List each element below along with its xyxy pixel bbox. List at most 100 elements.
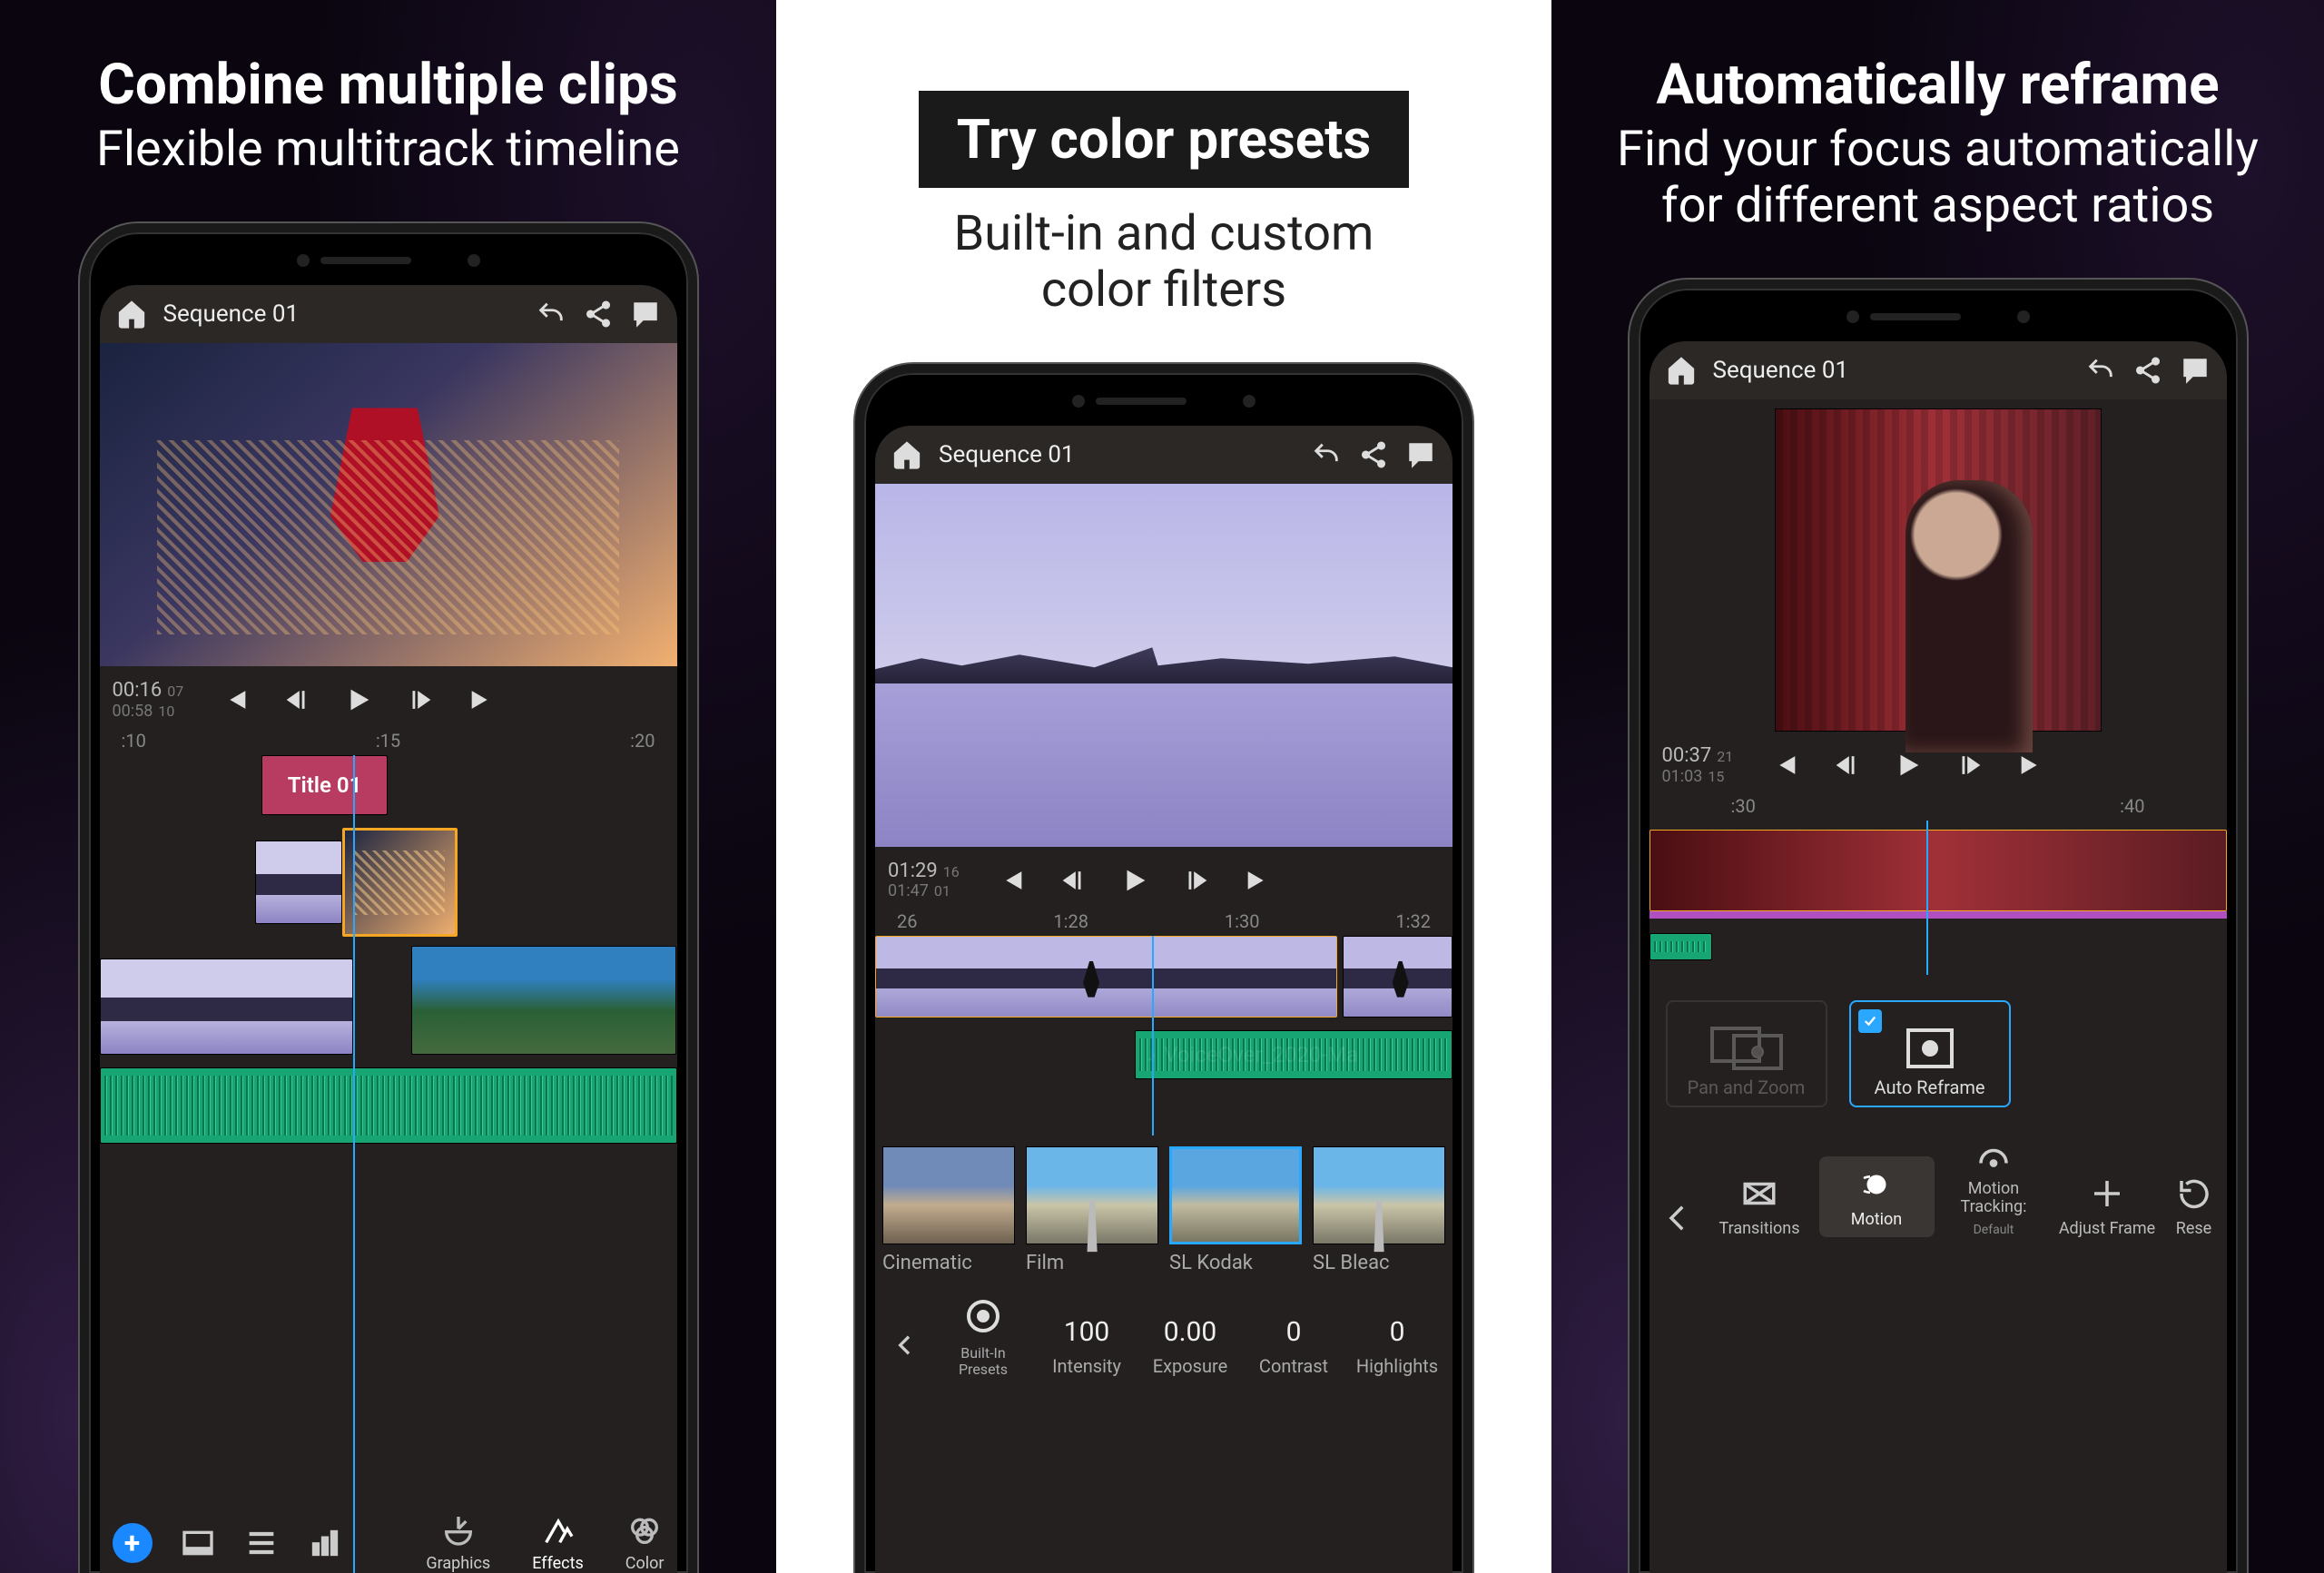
video-clip-selected[interactable] xyxy=(1649,830,2227,911)
intensity-control[interactable]: 100 Intensity xyxy=(1039,1316,1135,1377)
comment-icon[interactable] xyxy=(2180,355,2211,386)
tab-label: Rese xyxy=(2176,1220,2211,1238)
preset-label: Cinematic xyxy=(882,1252,1015,1274)
reset-tab[interactable]: Rese xyxy=(2167,1175,2221,1238)
motion-options: Pan and Zoom Auto Reframe xyxy=(1649,975,2227,1107)
timecode-current-frames: 07 xyxy=(167,683,183,700)
step-fwd-icon[interactable] xyxy=(405,684,436,715)
skip-start-icon[interactable] xyxy=(220,684,251,715)
play-icon[interactable] xyxy=(343,684,374,715)
graphics-label: Graphics xyxy=(426,1554,490,1573)
play-icon[interactable] xyxy=(1119,865,1150,896)
share-icon[interactable] xyxy=(583,299,614,329)
undo-icon[interactable] xyxy=(536,299,566,329)
time-ruler[interactable]: :30 :40 xyxy=(1649,790,2227,821)
timecode-total-frames: 15 xyxy=(1708,769,1724,785)
comment-icon[interactable] xyxy=(1405,439,1436,470)
video-preview[interactable] xyxy=(100,343,677,666)
home-icon[interactable] xyxy=(116,299,147,329)
preset-label: SL Kodak xyxy=(1169,1252,1302,1274)
timeline[interactable] xyxy=(1649,821,2227,975)
playhead[interactable] xyxy=(1152,936,1154,1136)
share-icon[interactable] xyxy=(1358,439,1389,470)
preset-film[interactable]: Film xyxy=(1026,1146,1158,1274)
undo-icon[interactable] xyxy=(1311,439,1342,470)
phone-frame-3: Sequence 01 00:3721 01:0315 xyxy=(1630,280,2247,1573)
panel3-headline: Automatically reframe Find your focus au… xyxy=(1617,0,2259,234)
audio-clip[interactable]: ♪ VoiceOver_2020-Ma xyxy=(1135,1030,1452,1079)
auto-reframe-option[interactable]: Auto Reframe xyxy=(1849,1000,2011,1107)
timecode: 01:2916 01:4701 xyxy=(888,860,960,901)
audio-clip-label: VoiceOver_2020-Ma xyxy=(1164,1042,1358,1067)
skip-end-icon[interactable] xyxy=(467,684,497,715)
audio-clip[interactable] xyxy=(1649,933,1713,960)
title-clip[interactable]: Title 01 xyxy=(261,755,389,815)
time-ruler[interactable]: 26 1:28 1:30 1:32 xyxy=(875,905,1452,936)
comment-icon[interactable] xyxy=(630,299,661,329)
skip-end-icon[interactable] xyxy=(2016,750,2047,781)
panel1-subtitle: Flexible multitrack timeline xyxy=(96,122,680,178)
step-back-icon[interactable] xyxy=(1058,865,1088,896)
timecode-current: 01:29 xyxy=(888,860,938,882)
back-icon[interactable] xyxy=(882,1313,928,1377)
video-clip[interactable] xyxy=(411,946,677,1055)
motion-tracking-tab[interactable]: Motion Tracking: Default xyxy=(1940,1135,2048,1237)
back-icon[interactable] xyxy=(1655,1199,1700,1237)
time-ruler[interactable]: :10 :15 :20 xyxy=(100,724,677,755)
playhead[interactable] xyxy=(353,755,355,1573)
ruler-mark: :10 xyxy=(122,730,146,752)
skip-end-icon[interactable] xyxy=(1243,865,1274,896)
preset-sl-bleach[interactable]: SL Bleac xyxy=(1313,1146,1445,1274)
step-back-icon[interactable] xyxy=(281,684,312,715)
ruler-mark: :30 xyxy=(1731,795,1756,817)
title-clip-label: Title 01 xyxy=(288,772,362,798)
preset-sl-kodak[interactable]: SL Kodak xyxy=(1169,1146,1302,1274)
video-clip-selected[interactable] xyxy=(342,828,458,937)
video-preview[interactable] xyxy=(1775,408,2102,732)
timecode-total: 01:03 xyxy=(1662,768,1703,787)
home-icon[interactable] xyxy=(891,439,922,470)
timecode: 00:3721 01:0315 xyxy=(1662,744,1734,786)
highlights-control[interactable]: 0 Highlights xyxy=(1349,1316,1445,1377)
transitions-tab[interactable]: Transitions xyxy=(1706,1175,1814,1238)
video-clip[interactable] xyxy=(255,841,341,924)
video-clip-selected[interactable] xyxy=(875,936,1337,1018)
effects-tab[interactable]: Effects xyxy=(532,1512,584,1573)
panel2-headline: Try color presets Built-in and custom co… xyxy=(919,0,1409,319)
panel2-title-box: Try color presets xyxy=(919,91,1409,188)
builtin-presets-button[interactable]: Built-In Presets xyxy=(935,1294,1031,1377)
color-tab[interactable]: Color xyxy=(625,1512,665,1573)
color-param-bar: Built-In Presets 100 Intensity 0.00 Expo… xyxy=(875,1274,1452,1377)
home-icon[interactable] xyxy=(1666,355,1697,386)
add-button[interactable]: + xyxy=(113,1523,153,1563)
play-icon[interactable] xyxy=(1893,750,1924,781)
share-icon[interactable] xyxy=(2132,355,2163,386)
project-panel-icon[interactable] xyxy=(180,1525,216,1561)
step-fwd-icon[interactable] xyxy=(1181,865,1212,896)
video-clip[interactable] xyxy=(1343,936,1452,1018)
panel2-subtitle-l1: Built-in and custom xyxy=(954,205,1374,262)
step-fwd-icon[interactable] xyxy=(1955,750,1985,781)
step-back-icon[interactable] xyxy=(1831,750,1862,781)
graphics-tab[interactable]: Graphics xyxy=(426,1512,490,1573)
skip-start-icon[interactable] xyxy=(1769,750,1800,781)
skip-start-icon[interactable] xyxy=(996,865,1027,896)
timeline[interactable]: Title 01 + xyxy=(100,755,677,1573)
preset-strip[interactable]: Cinematic Film SL Kodak SL Bleac xyxy=(875,1136,1452,1274)
undo-icon[interactable] xyxy=(2085,355,2116,386)
tracklist-icon[interactable] xyxy=(243,1525,280,1561)
timeline[interactable]: ♪ VoiceOver_2020-Ma xyxy=(875,936,1452,1136)
preview-wrap xyxy=(1649,399,2227,732)
video-clip[interactable] xyxy=(100,959,354,1055)
pan-and-zoom-option[interactable]: Pan and Zoom xyxy=(1666,1000,1827,1107)
video-preview[interactable] xyxy=(875,484,1452,847)
levels-icon[interactable] xyxy=(307,1525,343,1561)
playhead[interactable] xyxy=(1926,821,1928,975)
contrast-control[interactable]: 0 Contrast xyxy=(1246,1316,1342,1377)
preset-cinematic[interactable]: Cinematic xyxy=(882,1146,1015,1274)
audio-clip[interactable] xyxy=(100,1067,677,1144)
adjust-frame-tab[interactable]: Adjust Frame xyxy=(2053,1175,2162,1238)
ruler-mark: :20 xyxy=(630,730,655,752)
motion-tab[interactable]: Motion xyxy=(1819,1156,1935,1238)
exposure-control[interactable]: 0.00 Exposure xyxy=(1142,1316,1238,1377)
